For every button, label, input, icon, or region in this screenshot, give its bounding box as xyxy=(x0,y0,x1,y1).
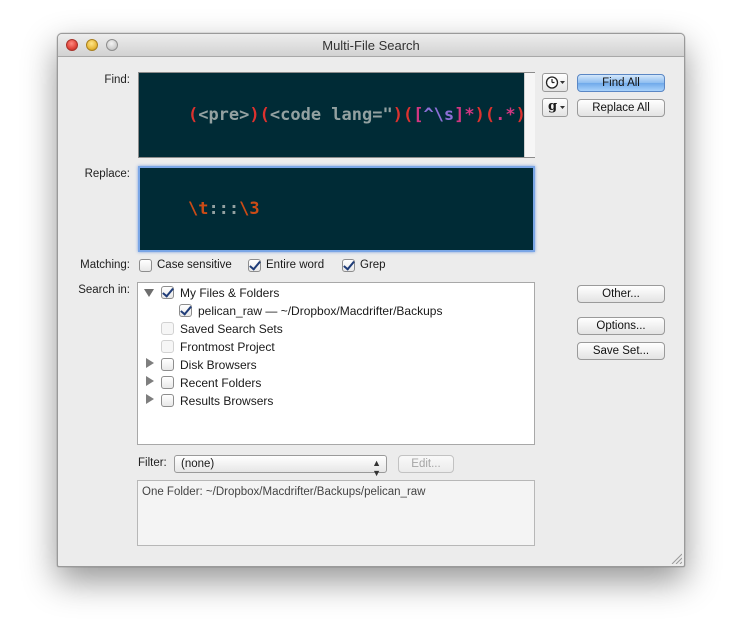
matching-label: Matching: xyxy=(80,259,130,271)
disclosure-expanded-icon[interactable] xyxy=(144,289,154,297)
entire-word-label: Entire word xyxy=(266,259,325,271)
replace-label: Replace: xyxy=(84,168,130,180)
grep-patterns-popup[interactable]: g xyxy=(542,98,568,117)
recent-searches-popup[interactable] xyxy=(542,73,568,92)
save-set-button[interactable]: Save Set... xyxy=(577,342,665,360)
find-label: Find: xyxy=(104,74,130,86)
find-token: )( xyxy=(474,105,496,125)
disclosure-collapsed-icon[interactable] xyxy=(146,376,154,386)
other-button[interactable]: Other... xyxy=(577,285,665,303)
frontmost-project-checkbox xyxy=(161,340,174,353)
find-token: ]* xyxy=(454,105,475,125)
options-button[interactable]: Options... xyxy=(577,317,665,335)
search-scope-summary: One Folder: ~/Dropbox/Macdrifter/Backups… xyxy=(137,480,535,546)
list-item-disk-browsers[interactable]: Disk Browsers xyxy=(180,358,257,372)
list-item-recent-folders[interactable]: Recent Folders xyxy=(180,376,261,390)
list-item-frontmost-project[interactable]: Frontmost Project xyxy=(180,340,275,354)
find-token: .* xyxy=(495,105,516,125)
recent-folders-checkbox[interactable] xyxy=(161,376,174,389)
pelican-raw-checkbox[interactable] xyxy=(179,304,192,317)
disk-browsers-checkbox[interactable] xyxy=(161,358,174,371)
list-item-results-browsers[interactable]: Results Browsers xyxy=(180,394,273,408)
chevron-down-icon xyxy=(560,106,565,109)
list-item-saved-search-sets[interactable]: Saved Search Sets xyxy=(180,322,283,336)
saved-search-sets-checkbox xyxy=(161,322,174,335)
case-sensitive-checkbox[interactable] xyxy=(139,259,152,272)
filter-select[interactable]: (none) ▲ ▼ xyxy=(174,455,387,478)
replace-token: ::: xyxy=(208,199,240,219)
replace-all-button[interactable]: Replace All xyxy=(577,99,665,117)
edit-filter-button: Edit... xyxy=(398,455,454,473)
find-field[interactable]: (<pre>)(<code lang=")([^\s]*)(.*) xyxy=(138,72,535,158)
find-token: )( xyxy=(249,105,270,125)
find-token: <pre> xyxy=(198,105,250,125)
multi-file-search-window: Multi-File Search Find: (<pre>)(<code la… xyxy=(57,33,685,567)
search-in-list[interactable]: My Files & Folders pelican_raw — ~/Dropb… xyxy=(137,282,535,445)
find-all-button[interactable]: Find All xyxy=(577,74,665,92)
search-in-label: Search in: xyxy=(78,284,130,296)
resize-grip-icon[interactable] xyxy=(670,552,682,564)
replace-token: \t xyxy=(187,199,209,219)
list-item-my-files-folders[interactable]: My Files & Folders xyxy=(180,286,279,300)
filter-select-value: (none) xyxy=(181,458,215,470)
find-scrollbar[interactable] xyxy=(524,73,535,157)
my-files-folders-checkbox[interactable] xyxy=(161,286,174,299)
window-title: Multi-File Search xyxy=(322,38,420,53)
clock-icon xyxy=(545,76,565,89)
find-token: ( xyxy=(187,105,199,125)
replace-field[interactable]: \t:::\3 xyxy=(138,166,535,252)
find-token: ^\s xyxy=(423,105,455,125)
disclosure-collapsed-icon[interactable] xyxy=(146,394,154,404)
replace-text: \t:::\3 xyxy=(188,199,260,219)
entire-word-checkbox[interactable] xyxy=(248,259,261,272)
find-token: [ xyxy=(413,105,424,125)
find-text: (<pre>)(<code lang=")([^\s]*)(.*) xyxy=(188,105,526,125)
find-token: <code lang=" xyxy=(269,105,393,125)
list-item-pelican-raw[interactable]: pelican_raw — ~/Dropbox/Macdrifter/Backu… xyxy=(198,304,442,318)
grep-label: Grep xyxy=(360,259,386,271)
grep-checkbox[interactable] xyxy=(342,259,355,272)
find-token: )( xyxy=(392,105,414,125)
case-sensitive-label: Case sensitive xyxy=(157,259,232,271)
title-bar: Multi-File Search xyxy=(58,34,684,57)
replace-token: \3 xyxy=(239,199,260,219)
disclosure-collapsed-icon[interactable] xyxy=(146,358,154,368)
results-browsers-checkbox[interactable] xyxy=(161,394,174,407)
